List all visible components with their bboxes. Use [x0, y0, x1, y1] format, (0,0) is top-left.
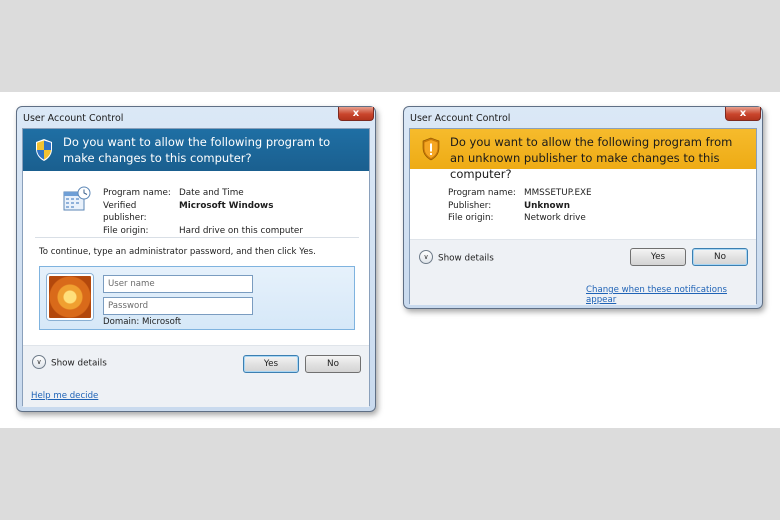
publisher-label: Publisher: — [448, 200, 492, 211]
no-button[interactable]: No — [305, 355, 361, 373]
file-origin-row: File origin: Hard drive on this computer — [103, 225, 303, 238]
dialog-footer: ∨ Show details Yes No Change when these n… — [410, 239, 756, 305]
publisher-label: Verified publisher: — [103, 200, 147, 224]
file-origin-label: File origin: — [103, 225, 149, 236]
security-shield-icon — [36, 139, 52, 161]
show-details-label: Show details — [51, 358, 107, 369]
program-info: Program name: MMSSETUP.EXE Publisher: Un… — [448, 187, 592, 225]
credential-panel: Domain: Microsoft — [39, 266, 355, 330]
question-text: Do you want to allow the following progr… — [450, 135, 733, 181]
chevron-down-icon: ∨ — [419, 250, 433, 264]
close-button[interactable]: x — [725, 107, 761, 121]
username-input[interactable] — [103, 275, 253, 293]
dialog-body: Do you want to allow the following progr… — [409, 128, 757, 305]
dialog-body: Do you want to allow the following progr… — [22, 128, 370, 407]
file-origin-value: Hard drive on this computer — [179, 225, 303, 236]
yes-button[interactable]: Yes — [243, 355, 299, 373]
chevron-down-icon: ∨ — [32, 355, 46, 369]
calendar-clock-icon — [63, 186, 91, 211]
show-details-toggle[interactable]: ∨ Show details — [419, 250, 494, 265]
no-button[interactable]: No — [692, 248, 748, 266]
close-icon: x — [739, 108, 747, 119]
question-banner: Do you want to allow the following progr… — [410, 129, 756, 181]
window-title: User Account Control — [23, 113, 124, 124]
top-gray-band — [0, 0, 780, 92]
program-name-label: Program name: — [448, 188, 516, 198]
change-notifications-link[interactable]: Change when these notifications appear — [586, 285, 756, 305]
domain-label: Domain: Microsoft — [103, 317, 182, 327]
program-info: Program name: Date and Time Verified pub… — [103, 187, 303, 237]
publisher-value: Unknown — [524, 200, 570, 211]
divider — [35, 237, 359, 238]
yes-button[interactable]: Yes — [630, 248, 686, 266]
file-origin-label: File origin: — [448, 213, 494, 224]
program-name-label: Program name: — [103, 188, 171, 198]
file-origin-value: Network drive — [524, 213, 586, 224]
warning-shield-icon — [422, 137, 440, 161]
bottom-gray-band — [0, 428, 780, 520]
dialog-footer: ∨ Show details Yes No Help me decide — [23, 345, 369, 407]
help-me-decide-link[interactable]: Help me decide — [31, 391, 98, 401]
uac-dialog-unknown-publisher: User Account Control x Do you want to al… — [403, 106, 763, 309]
file-origin-row: File origin: Network drive — [448, 212, 592, 225]
publisher-row: Publisher: Unknown — [448, 200, 592, 213]
question-banner: Do you want to allow the following progr… — [23, 129, 369, 171]
close-button[interactable]: x — [338, 107, 374, 121]
user-avatar — [47, 274, 93, 320]
program-name-value: MMSSETUP.EXE — [524, 188, 592, 198]
program-name-row: Program name: MMSSETUP.EXE — [448, 187, 592, 200]
publisher-value: Microsoft Windows — [179, 200, 274, 211]
window-title: User Account Control — [410, 113, 511, 124]
question-text: Do you want to allow the following progr… — [63, 135, 331, 165]
publisher-row: Verified publisher: Microsoft Windows — [103, 200, 303, 225]
close-icon: x — [352, 108, 360, 119]
program-name-value: Date and Time — [179, 188, 244, 198]
password-input[interactable] — [103, 297, 253, 315]
uac-dialog-admin-password: User Account Control x Do you want to al… — [16, 106, 376, 412]
program-name-row: Program name: Date and Time — [103, 187, 303, 200]
show-details-label: Show details — [438, 253, 494, 264]
password-instruction: To continue, type an administrator passw… — [39, 247, 316, 257]
show-details-toggle[interactable]: ∨ Show details — [32, 355, 107, 370]
